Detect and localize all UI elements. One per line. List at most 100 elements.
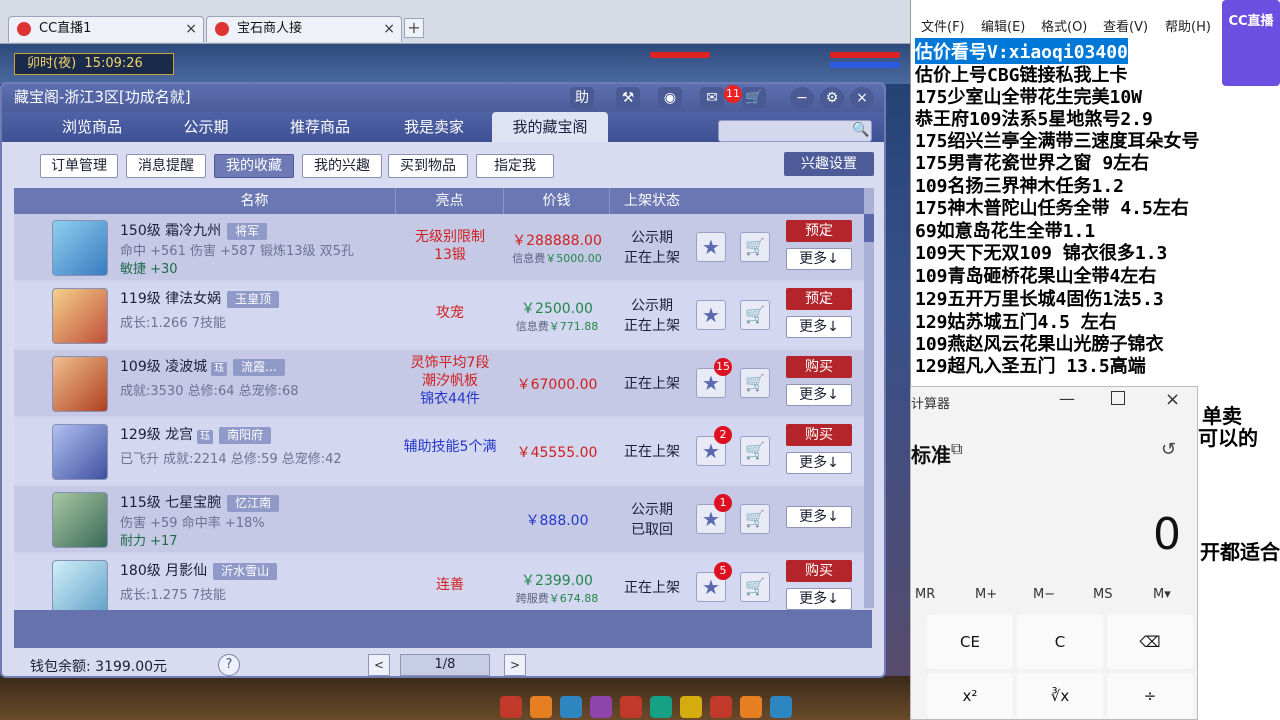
close-icon[interactable]: × xyxy=(850,87,874,109)
pet-thumbnail[interactable] xyxy=(52,560,108,610)
prev-page-button[interactable]: < xyxy=(368,654,390,676)
jade-tag: 珏 xyxy=(211,362,228,376)
keep-on-top-icon[interactable]: ⧉ xyxy=(951,439,962,459)
memory-subtract-button[interactable]: M− xyxy=(1033,587,1055,602)
favorite-star-icon[interactable]: ★ xyxy=(696,300,726,330)
toolbar-item-icon[interactable] xyxy=(530,696,552,718)
toolbar-item-icon[interactable] xyxy=(560,696,582,718)
cart-icon[interactable]: 🛒 xyxy=(740,572,770,602)
divide-button[interactable]: ÷ xyxy=(1107,673,1193,719)
reserve-button[interactable]: 预定 xyxy=(786,288,852,310)
interest-settings-button[interactable]: 兴趣设置 xyxy=(784,152,874,176)
help-icon[interactable]: ? xyxy=(218,654,240,676)
toolbar-item-icon[interactable] xyxy=(500,696,522,718)
next-page-button[interactable]: > xyxy=(504,654,526,676)
menu-edit[interactable]: 编辑(E) xyxy=(981,16,1025,35)
close-tab-icon[interactable]: × xyxy=(185,17,197,41)
buy-button[interactable]: 购买 xyxy=(786,560,852,582)
interests-button[interactable]: 我的兴趣 xyxy=(302,154,382,178)
more-button[interactable]: 更多↓ xyxy=(786,452,852,474)
new-tab-button[interactable]: + xyxy=(404,18,424,38)
table-row[interactable]: 109级 凌波城珏流霞... 成就:3530 总修:64 总宠修:68 灵饰平均… xyxy=(14,350,864,416)
clear-button[interactable]: C xyxy=(1017,615,1103,669)
assigned-to-me-button[interactable]: 指定我 xyxy=(476,154,554,178)
table-row[interactable]: 150级 霜冷九州 将军 命中 +561 伤害 +587 锻炼13级 双5孔 敏捷… xyxy=(14,214,864,280)
toolbar-item-icon[interactable] xyxy=(680,696,702,718)
note-fragment: 可以的 xyxy=(1198,426,1258,450)
tab-browse[interactable]: 浏览商品 xyxy=(34,112,150,142)
pet-thumbnail[interactable] xyxy=(52,288,108,344)
clear-entry-button[interactable]: CE xyxy=(927,615,1013,669)
hammer-icon[interactable]: ⚒ xyxy=(616,87,640,109)
reserve-button[interactable]: 预定 xyxy=(786,220,852,242)
tab-recommended[interactable]: 推荐商品 xyxy=(262,112,378,142)
close-icon[interactable]: × xyxy=(1165,389,1180,410)
message-icon[interactable]: ✉ xyxy=(700,87,724,109)
history-icon[interactable]: ↺ xyxy=(1161,439,1176,460)
help-button[interactable]: 助 xyxy=(570,87,594,109)
toolbar-item-icon[interactable] xyxy=(740,696,762,718)
table-row[interactable]: 115级 七星宝腕 忆江南 伤害 +59 命中率 +18% 耐力 +17 ￥888… xyxy=(14,486,864,552)
memory-store-button[interactable]: MS xyxy=(1093,587,1112,602)
table-row[interactable]: 180级 月影仙 沂水雪山 成长:1.275 7技能 连善 ￥2399.00 跨服… xyxy=(14,554,864,610)
character-avatar[interactable] xyxy=(52,424,108,480)
scrollbar[interactable] xyxy=(864,188,874,608)
toolbar-item-icon[interactable] xyxy=(590,696,612,718)
tab-gem-merchant[interactable]: 宝石商人接 × xyxy=(206,16,402,42)
calculator-mode[interactable]: 标准 xyxy=(911,439,951,468)
more-button[interactable]: 更多↓ xyxy=(786,506,852,528)
scrollbar-thumb[interactable] xyxy=(864,214,874,242)
record-icon[interactable]: ◉ xyxy=(658,87,682,109)
more-button[interactable]: 更多↓ xyxy=(786,384,852,406)
tab-publicity[interactable]: 公示期 xyxy=(150,112,262,142)
table-row[interactable]: 119级 律法女娲 玉皇顶 成长:1.266 7技能 攻宠 ￥2500.00 信息… xyxy=(14,282,864,348)
purchased-button[interactable]: 买到物品 xyxy=(388,154,468,178)
memory-add-button[interactable]: M+ xyxy=(975,587,997,602)
menu-help[interactable]: 帮助(H) xyxy=(1165,16,1211,35)
more-button[interactable]: 更多↓ xyxy=(786,588,852,610)
toolbar-item-icon[interactable] xyxy=(770,696,792,718)
maximize-icon[interactable] xyxy=(1111,391,1125,405)
cart-icon[interactable]: 🛒 xyxy=(740,504,770,534)
menu-format[interactable]: 格式(O) xyxy=(1041,16,1087,35)
weapon-thumbnail[interactable] xyxy=(52,220,108,276)
search-input[interactable] xyxy=(718,120,872,142)
tab-seller[interactable]: 我是卖家 xyxy=(378,112,490,142)
server-tag: 玉皇顶 xyxy=(227,291,280,308)
memory-list-button[interactable]: M▾ xyxy=(1153,587,1171,602)
menu-view[interactable]: 查看(V) xyxy=(1103,16,1148,35)
hp-bar xyxy=(830,52,900,58)
backspace-button[interactable]: ⌫ xyxy=(1107,615,1193,669)
cart-icon[interactable]: 🛒 xyxy=(740,300,770,330)
table-row[interactable]: 129级 龙宫珏南阳府 已飞升 成就:2214 总修:59 总宠修:42 辅助技… xyxy=(14,418,864,484)
cart-icon[interactable]: 🛒 xyxy=(740,368,770,398)
minimize-icon[interactable]: − xyxy=(790,87,814,109)
tab-my-pavilion[interactable]: 我的藏宝阁 xyxy=(492,112,608,142)
buy-button[interactable]: 购买 xyxy=(786,356,852,378)
search-icon[interactable]: 🔍 xyxy=(852,122,869,138)
settings-gear-icon[interactable]: ⚙ xyxy=(820,87,844,109)
buy-button[interactable]: 购买 xyxy=(786,424,852,446)
tab-cc-live[interactable]: CC直播1 × xyxy=(8,16,204,42)
minimize-icon[interactable]: — xyxy=(1059,389,1075,408)
toolbar-item-icon[interactable] xyxy=(620,696,642,718)
menu-file[interactable]: 文件(F) xyxy=(921,16,965,35)
armor-thumbnail[interactable] xyxy=(52,492,108,548)
square-button[interactable]: x² xyxy=(927,673,1013,719)
reminders-button[interactable]: 消息提醒 xyxy=(126,154,206,178)
favorites-button[interactable]: 我的收藏 xyxy=(214,154,294,178)
cube-root-button[interactable]: ∛x xyxy=(1017,673,1103,719)
listing-status: 正在上架 xyxy=(624,444,680,460)
close-tab-icon[interactable]: × xyxy=(383,17,395,41)
cart-icon[interactable]: 🛒 xyxy=(740,436,770,466)
character-avatar[interactable] xyxy=(52,356,108,412)
memory-recall-button[interactable]: MR xyxy=(915,587,935,602)
cart-icon[interactable]: 🛒 xyxy=(740,232,770,262)
cart-icon[interactable]: 🛒 xyxy=(742,87,766,109)
more-button[interactable]: 更多↓ xyxy=(786,248,852,270)
orders-button[interactable]: 订单管理 xyxy=(40,154,118,178)
toolbar-item-icon[interactable] xyxy=(650,696,672,718)
more-button[interactable]: 更多↓ xyxy=(786,316,852,338)
favorite-star-icon[interactable]: ★ xyxy=(696,232,726,262)
toolbar-item-icon[interactable] xyxy=(710,696,732,718)
